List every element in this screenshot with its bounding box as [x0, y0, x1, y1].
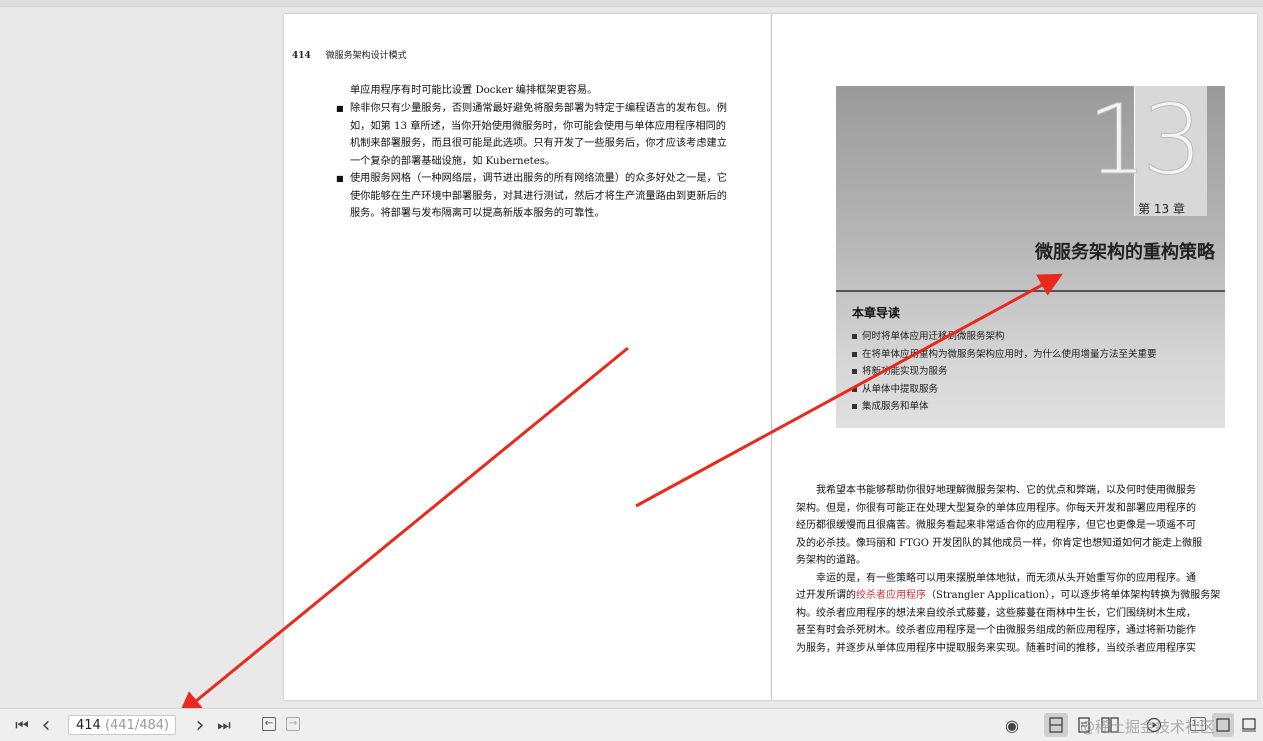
back-icon[interactable]: ←: [262, 717, 276, 731]
arrow-to-page-input: [178, 346, 629, 716]
first-page-icon[interactable]: ⏮: [12, 709, 32, 741]
annotation-arrows: [178, 273, 1063, 716]
next-page-icon[interactable]: ›: [190, 709, 210, 741]
forward-icon[interactable]: →: [286, 717, 300, 731]
prev-page-icon[interactable]: ‹: [36, 709, 56, 741]
last-page-icon[interactable]: ⏭: [214, 709, 234, 741]
page-position: (441/484): [104, 718, 170, 733]
eye-icon[interactable]: ◉: [1000, 709, 1024, 741]
watermark: @稀土掘金技术社区: [1080, 718, 1216, 736]
fit-page-icon[interactable]: [1212, 713, 1234, 737]
single-page-icon[interactable]: [1044, 713, 1068, 737]
bottom-toolbar: ⏮ ‹ 414 (441/484) › ⏭ ← → ◉ 1:1: [0, 708, 1263, 741]
fit-width-icon[interactable]: [1238, 709, 1260, 741]
arrow-to-chapter-title: [635, 273, 1063, 508]
page-input-value: 414: [76, 718, 101, 733]
page-input[interactable]: 414 (441/484): [68, 715, 176, 735]
